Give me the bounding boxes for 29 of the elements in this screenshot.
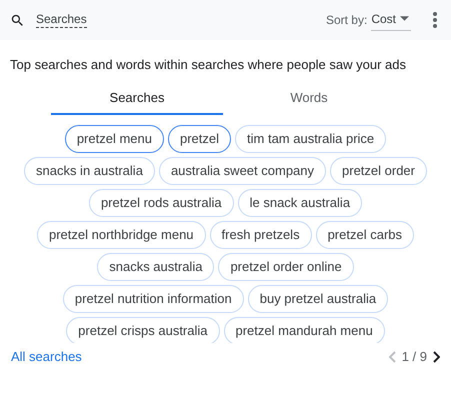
search-chip[interactable]: buy pretzel australia <box>248 285 388 313</box>
search-chip[interactable]: fresh pretzels <box>210 221 312 249</box>
more-options-icon[interactable] <box>433 12 437 28</box>
page-indicator: 1 / 9 <box>402 348 427 366</box>
tab[interactable]: Words <box>223 83 395 115</box>
description-text: Top searches and words within searches where people saw your ads <box>9 56 407 74</box>
search-chip[interactable]: pretzel mandurah menu <box>224 317 385 343</box>
search-chip[interactable]: pretzel nutrition information <box>62 285 244 313</box>
search-chip[interactable]: pretzel crisps australia <box>66 317 220 343</box>
search-icon <box>10 12 25 28</box>
search-chip[interactable]: pretzel rods australia <box>88 189 234 217</box>
caret-icon <box>400 16 409 21</box>
search-chip[interactable]: pretzel <box>168 125 232 153</box>
search-chip[interactable]: pretzel northbridge menu <box>37 221 206 249</box>
sort-label: Sort by: <box>326 12 368 29</box>
all-searches-link[interactable]: All searches <box>11 347 82 366</box>
search-chip[interactable]: tim tam australia price <box>235 125 386 153</box>
search-chip[interactable]: pretzel order <box>330 157 427 185</box>
search-chip[interactable]: snacks australia <box>97 253 214 281</box>
search-chip[interactable]: pretzel order online <box>218 253 354 281</box>
search-filter-label[interactable]: Searches <box>36 12 87 28</box>
search-chip[interactable]: pretzel carbs <box>316 221 414 249</box>
tab[interactable]: Searches <box>51 83 223 115</box>
sort-dropdown[interactable]: Cost <box>371 10 411 30</box>
next-page-icon[interactable] <box>433 350 440 363</box>
search-chip[interactable]: le snack australia <box>238 189 362 217</box>
search-chip[interactable]: pretzel menu <box>64 125 164 153</box>
search-chip[interactable]: australia sweet company <box>158 157 326 185</box>
search-chip[interactable]: snacks in australia <box>24 157 155 185</box>
